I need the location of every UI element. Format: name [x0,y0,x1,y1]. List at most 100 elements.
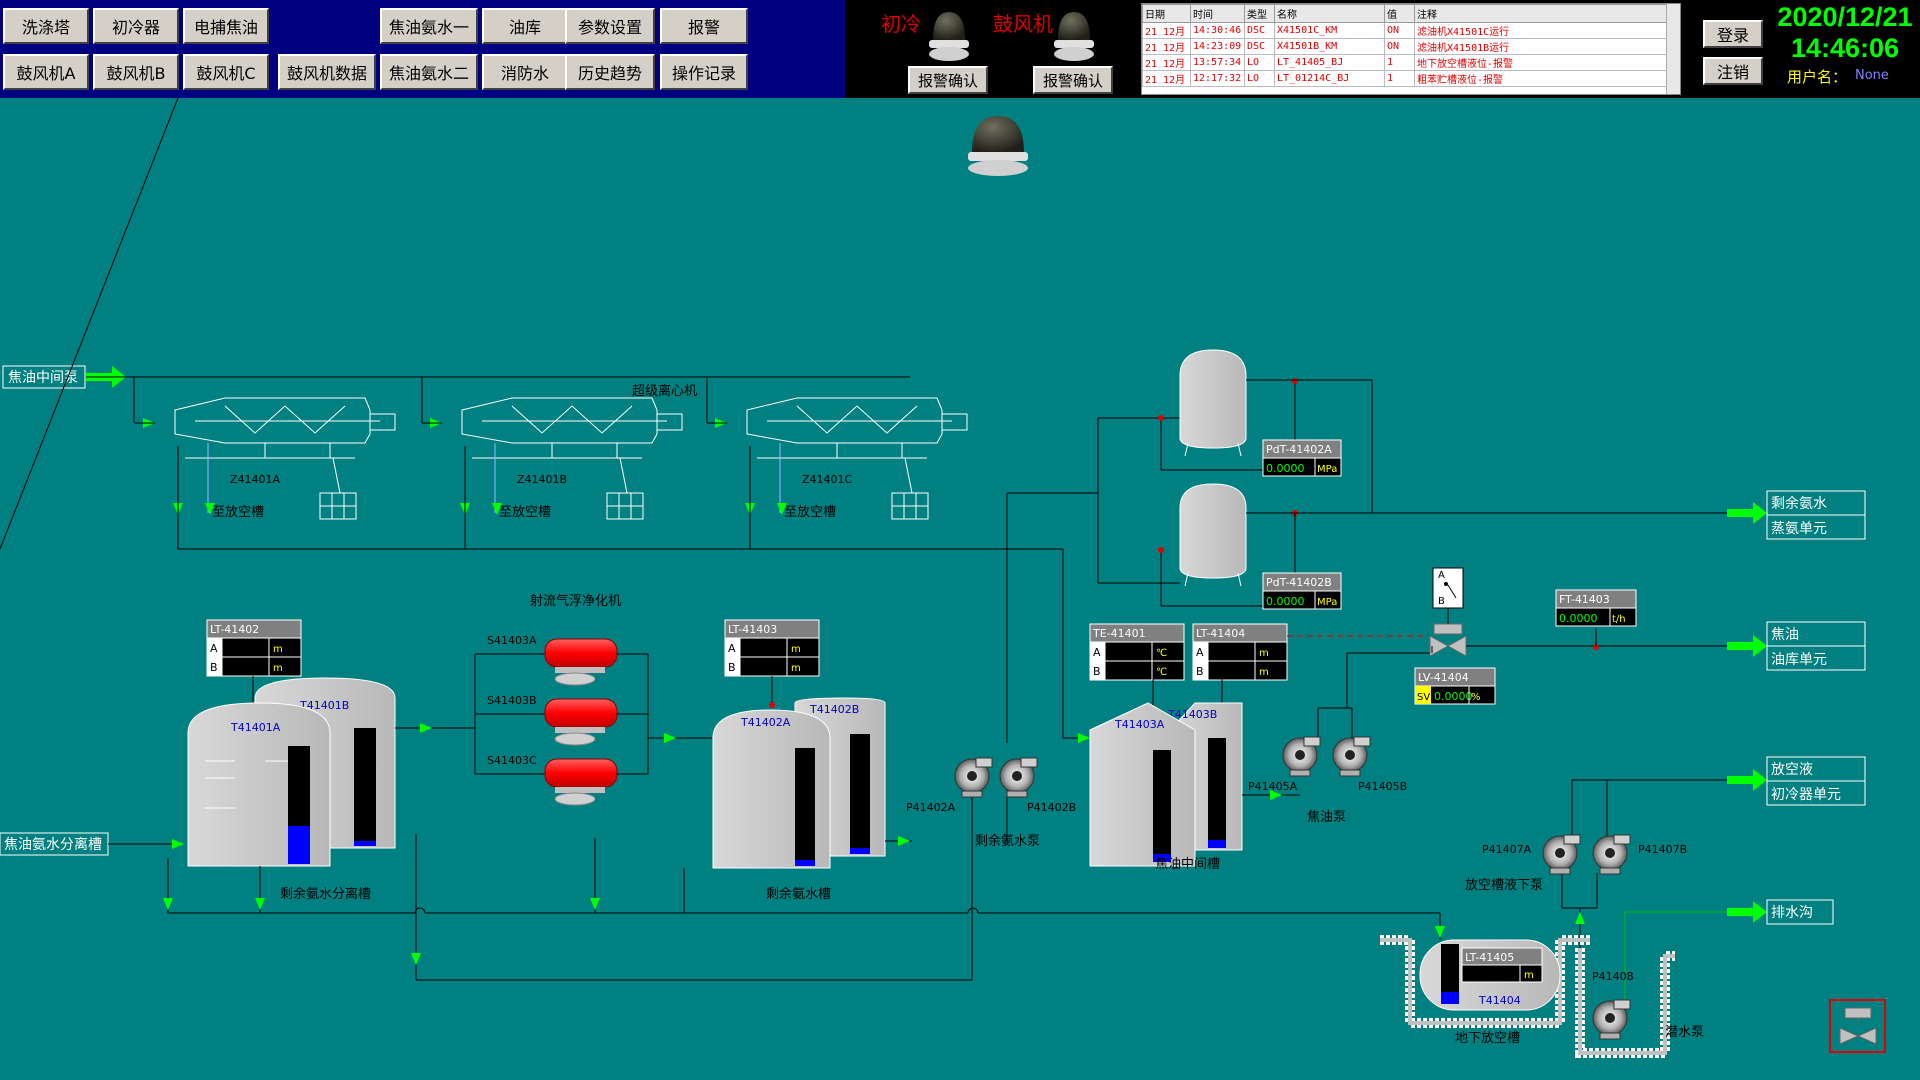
col-name[interactable]: 名称 [1274,4,1385,23]
col-comment[interactable]: 注释 [1414,4,1680,23]
level-bar [1208,840,1226,848]
tank-tag-t41402b: T41402B [809,703,859,716]
pump-icon[interactable] [1592,834,1631,875]
valve-label-b: B [1438,596,1445,607]
col-type[interactable]: 类型 [1244,4,1275,23]
pump-icon[interactable] [1282,736,1321,777]
user-value: None [1855,68,1889,83]
instrument-lv-41404[interactable]: LV-41404 SV 0.0000% [1414,667,1496,705]
nav-button-primary-cooler[interactable]: 初冷器 [93,8,179,44]
control-valve-icon[interactable]: A B [1429,567,1467,657]
nav-button-blower-data[interactable]: 鼓风机数据 [278,54,376,90]
nav-button-history-trend[interactable]: 历史趋势 [565,54,655,90]
instrument-pdt-41402b[interactable]: PdT-41402B 0.0000 MPa [1262,572,1342,610]
alarm-row[interactable]: 21 12月 14:23:09 DSC X41501B_KM ON 滤油机X41501B运… [1142,38,1680,55]
pump-icon[interactable] [1542,834,1581,875]
output-tar-dest-label: 油库单元 [1771,652,1827,668]
nav-button-oil-depot[interactable]: 油库 [482,8,568,44]
tar-pump-name: 焦油泵 [1307,810,1346,825]
alarm-row[interactable]: 21 12月 12:17:32 LO LT_01214C_BJ 1 粗苯贮槽液位-报警 [1142,70,1680,87]
instrument-unit: t/h [1612,614,1626,625]
instrument-lt-41404[interactable]: LT-41404 A m B m [1192,623,1288,681]
tank-tag-t41404: T41404 [1478,994,1521,1007]
nav-button-blower-b[interactable]: 鼓风机B [93,54,179,90]
nav-button-tar-ammonia-1[interactable]: 焦油氨水一 [380,8,478,44]
jet-tag: S41403A [487,634,537,647]
alarm-ack-button-cooler[interactable]: 报警确认 [908,66,988,94]
centrifuge-0[interactable]: Z41401A 至放空槽 [135,397,396,520]
flow-arrow-icon [1727,502,1767,524]
pump-icon[interactable] [1592,999,1631,1040]
nav-button-alarm[interactable]: 报警 [660,8,748,44]
alarm-cell: LT_41405_BJ [1274,54,1385,71]
instrument-lt-41403[interactable]: LT-41403 A m B m [724,619,820,677]
nav-button-operation-log[interactable]: 操作记录 [660,54,748,90]
clock-date: 2020/12/21 [1777,2,1913,32]
col-value[interactable]: 值 [1384,4,1415,23]
instrument-row-label: B [1093,665,1101,678]
alarm-ack-button-blower[interactable]: 报警确认 [1033,66,1113,94]
level-bar [1441,992,1459,1004]
sump-pump-name: 潜水泵 [1665,1025,1704,1040]
instrument-ft-41403[interactable]: FT-41403 0.0000 t/h [1555,589,1637,627]
alarm-list[interactable]: 日期 时间 类型 名称 值 注释 21 12月 14:30:46 DSC X41501… [1141,3,1681,95]
flow-arrow-icon [1727,635,1767,657]
centrifuge-2[interactable]: Z41401C 至放空槽 [707,397,968,520]
clock: 2020/12/21 14:46:06 [1775,2,1915,64]
instrument-te-41401[interactable]: TE-41401 A ℃ B ℃ [1089,623,1185,681]
alarm-cell: ON [1384,22,1415,39]
jet-purifier-2[interactable]: S41403C [487,754,618,806]
nav-button-parameters[interactable]: 参数设置 [565,8,655,44]
instrument-pdt-41402a[interactable]: PdT-41402A 0.0000 MPa [1262,439,1342,477]
col-time[interactable]: 时间 [1190,4,1245,23]
centrifuge-1[interactable]: Z41401B 至放空槽 [422,397,683,520]
pump-icon[interactable] [954,757,993,798]
level-bar [288,826,310,864]
alarm-cell: X41501C_KM [1274,22,1385,39]
instrument-lt-41402[interactable]: LT-41402 A m B m [206,619,302,677]
alarm-row[interactable]: 21 12月 13:57:34 LO LT_41405_BJ 1 地下放空槽液位-报警 [1142,54,1680,71]
nav-button-washer[interactable]: 洗涤塔 [3,8,89,44]
instrument-tag: PdT-41402A [1266,443,1332,456]
jet-purifier-0[interactable]: S41403A [487,634,618,686]
alarm-list-header: 日期 时间 类型 名称 值 注释 [1142,4,1680,23]
pump-tag-p41407b: P41407B [1638,843,1687,856]
alarm-cell: DSC [1244,38,1275,55]
nav-button-blower-a[interactable]: 鼓风机A [3,54,89,90]
alarm-cell: 1 [1384,70,1415,87]
pump-icon[interactable] [1332,736,1371,777]
instrument-row-label: A [1093,646,1101,659]
logout-button[interactable]: 注销 [1703,57,1763,85]
nav-button-fire-water[interactable]: 消防水 [482,54,568,90]
valve-label-a: A [1438,570,1445,581]
instrument-unit: MPa [1317,464,1337,475]
valve-faceplate-icon[interactable] [1829,999,1886,1053]
level-bar [354,841,376,846]
alarm-cell: DSC [1244,22,1275,39]
filter-vessel-b [1179,483,1247,587]
centrifuge-tag: Z41401B [517,473,567,486]
separator-tank-name: 剩余氨水分离槽 [280,886,371,902]
instrument-value: 0.0000 [1266,462,1305,475]
login-button[interactable]: 登录 [1703,20,1763,48]
instrument-tag: TE-41401 [1092,627,1146,640]
pump-icon[interactable] [999,757,1038,798]
under-tank-name: 地下放空槽 [1455,1031,1520,1046]
alarm-row[interactable]: 21 12月 14:30:46 DSC X41501C_KM ON 滤油机X41501C运… [1142,22,1680,39]
instrument-row-label: A [728,642,736,655]
nav-button-tar-ammonia-2[interactable]: 焦油氨水二 [380,54,478,90]
col-date[interactable]: 日期 [1142,4,1191,23]
alarm-list-scrollbar[interactable] [1666,4,1680,94]
instrument-lt-41405[interactable]: LT-41405 m [1461,947,1543,983]
alarm-cell: 21 12月 [1142,54,1191,71]
alarm-cell: 滤油机X41501C运行 [1414,22,1680,39]
nav-button-blower-c[interactable]: 鼓风机C [183,54,269,90]
vent-pump-name: 放空槽液下泵 [1465,878,1543,893]
instrument-unit: MPa [1317,597,1337,608]
beacon-icon [968,116,1028,176]
nav-button-electric-tar-catcher[interactable]: 电捕焦油 [183,8,269,44]
alarm-cell: LO [1244,54,1275,71]
alarm-cell: 21 12月 [1142,22,1191,39]
alarm-cell: ON [1384,38,1415,55]
jet-purifier-1[interactable]: S41403B [487,694,618,746]
